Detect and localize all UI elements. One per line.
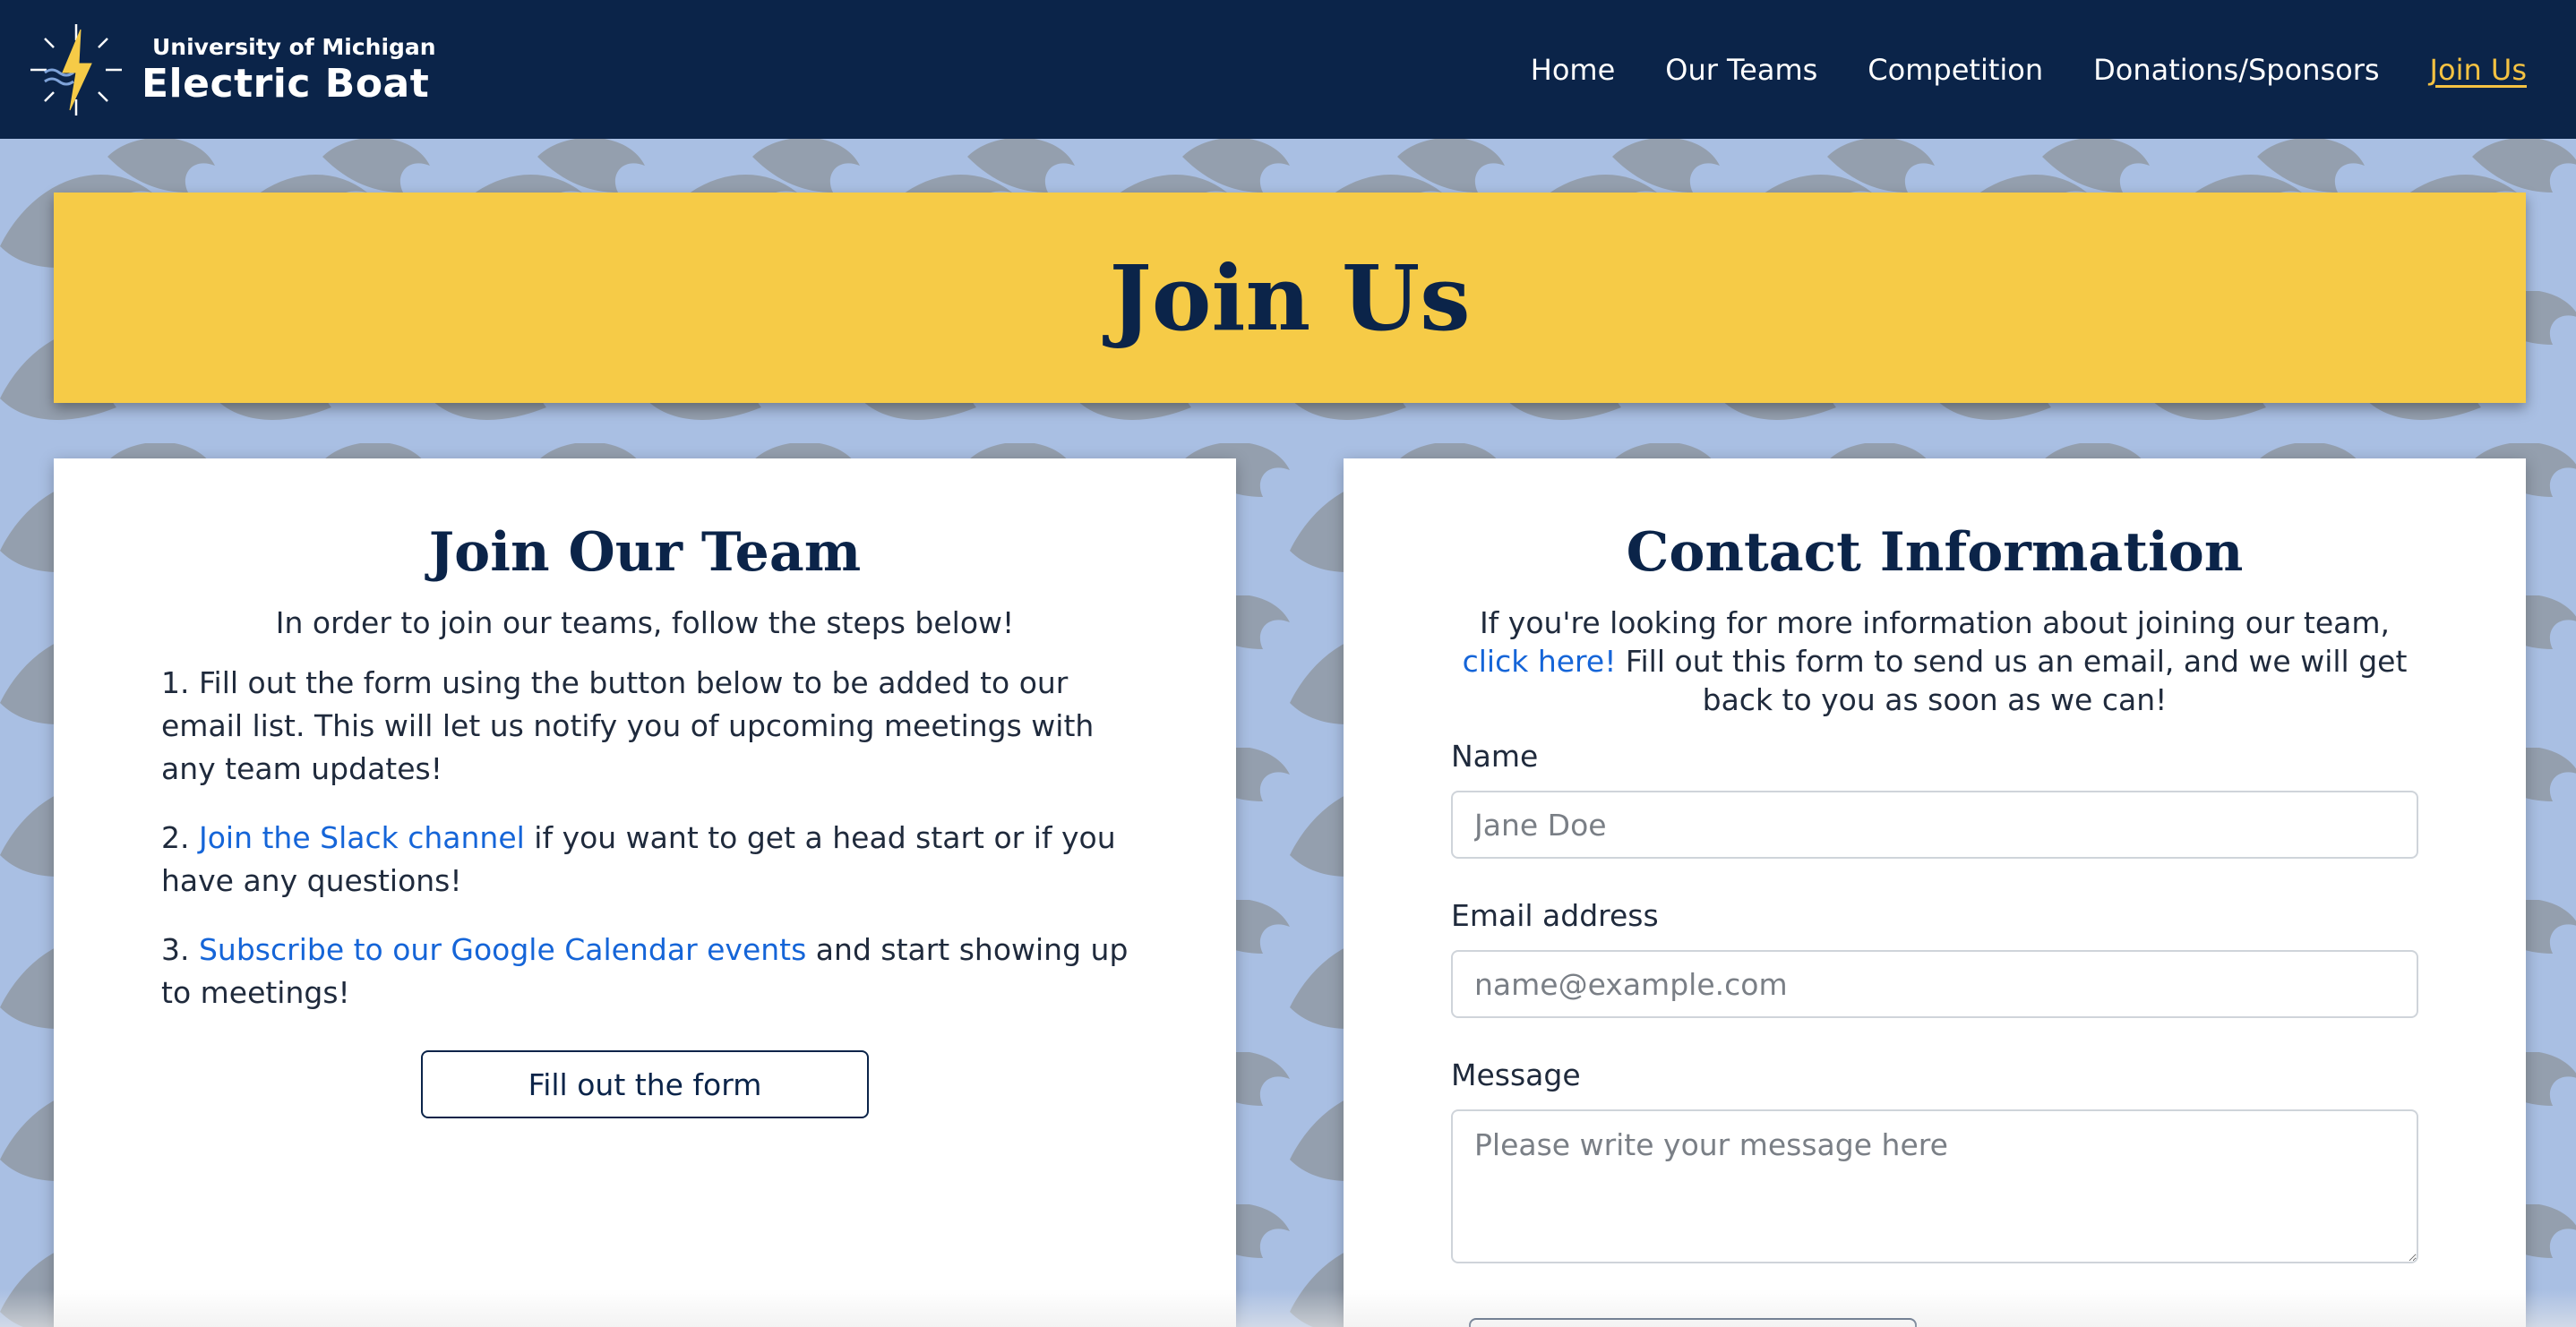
contact-heading: Contact Information (1626, 521, 2244, 584)
nav-item-our-teams[interactable]: Our Teams (1665, 53, 1817, 87)
brand[interactable]: University of Michigan Electric Boat (27, 21, 436, 119)
click-here-link[interactable]: click here! (1463, 644, 1617, 679)
email-input[interactable] (1451, 950, 2418, 1018)
google-calendar-link[interactable]: Subscribe to our Google Calendar events (199, 932, 806, 967)
join-step-1: 1. Fill out the form using the button be… (161, 665, 1095, 786)
contact-card: Contact Information If you're looking fo… (1344, 458, 2526, 1327)
nav-item-join-us[interactable]: Join Us (2430, 53, 2527, 87)
contact-lead-suffix: Fill out this form to send us an email, … (1616, 644, 2408, 717)
lightning-compass-logo-icon (30, 23, 122, 116)
name-label: Name (1451, 739, 1539, 774)
brand-subtitle: University of Michigan (152, 33, 436, 60)
submit-button-partial[interactable] (1469, 1318, 1917, 1327)
slack-channel-link[interactable]: Join the Slack channel (199, 820, 525, 855)
contact-lead-prefix: If you're looking for more information a… (1479, 605, 2391, 640)
join-step-3: 3. Subscribe to our Google Calendar even… (161, 929, 1129, 1015)
brand-title: Electric Boat (142, 60, 430, 107)
contact-lead: If you're looking for more information a… (1344, 604, 2526, 719)
join-team-intro: In order to join our teams, follow the s… (275, 605, 1015, 640)
join-steps-list: 1. Fill out the form using the button be… (54, 662, 1236, 1015)
page-title: Join Us (1109, 244, 1471, 351)
join-step-2-prefix: 2. (161, 820, 199, 855)
contact-form: Name Email address Message (1344, 735, 2526, 1267)
email-label: Email address (1451, 898, 1659, 933)
top-navbar: University of Michigan Electric Boat Hom… (0, 0, 2576, 139)
join-team-card: Join Our Team In order to join our teams… (54, 458, 1236, 1327)
nav-item-home[interactable]: Home (1531, 53, 1616, 87)
nav-item-donations-sponsors[interactable]: Donations/Sponsors (2093, 53, 2379, 87)
message-textarea[interactable] (1451, 1109, 2418, 1263)
message-label: Message (1451, 1057, 1581, 1092)
join-step-2: 2. Join the Slack channel if you want to… (161, 817, 1129, 903)
nav-item-competition[interactable]: Competition (1868, 53, 2043, 87)
nav-links: Home Our Teams Competition Donations/Spo… (1531, 53, 2527, 87)
fill-out-form-button[interactable]: Fill out the form (421, 1050, 869, 1118)
page-banner: Join Us (54, 193, 2526, 403)
join-team-heading: Join Our Team (428, 521, 862, 584)
join-step-3-prefix: 3. (161, 932, 199, 967)
name-input[interactable] (1451, 791, 2418, 859)
